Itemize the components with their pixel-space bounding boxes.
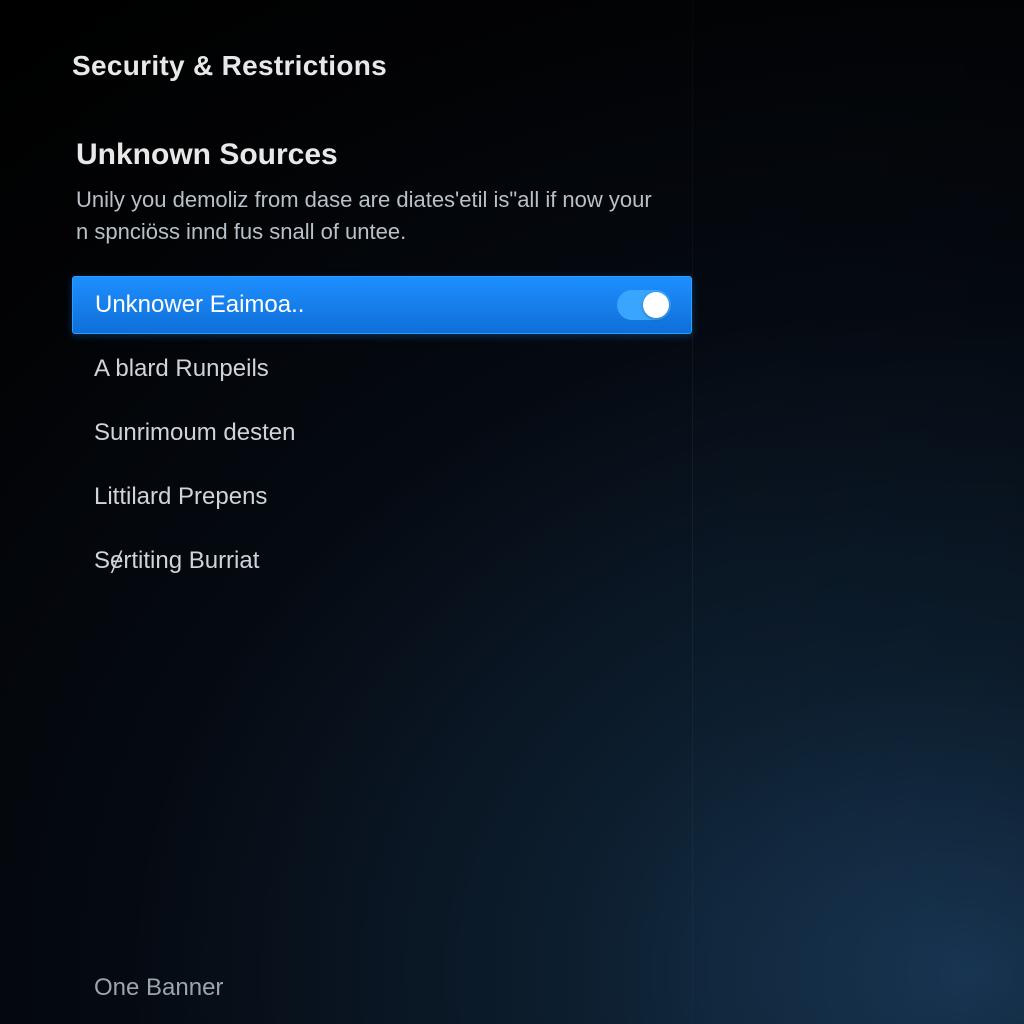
settings-screen: Security & Restrictions Unknown Sources … — [0, 0, 1024, 1024]
right-fade-overlay — [694, 0, 1024, 1024]
toggle-switch[interactable] — [617, 290, 671, 320]
setting-row-item-3[interactable]: Littilard Prepens — [72, 468, 692, 526]
setting-row-item-1[interactable]: A blard Runpeils — [72, 340, 692, 398]
section-description: Unily you demoliz from dase are diates'e… — [76, 184, 656, 248]
toggle-knob-icon — [643, 292, 669, 318]
setting-row-label: Sunrimoum desten — [94, 419, 672, 447]
setting-row-label: Littilard Prepens — [94, 483, 672, 511]
setting-row-label: A blard Runpeils — [94, 355, 672, 383]
setting-row-item-4[interactable]: Sɇrtiting Burriat — [72, 532, 692, 590]
setting-row-item-2[interactable]: Sunrimoum desten — [72, 404, 692, 462]
section-title: Unknown Sources — [76, 138, 692, 172]
content-panel: Security & Restrictions Unknown Sources … — [72, 50, 692, 590]
setting-row-label: Sɇrtiting Burriat — [94, 547, 672, 575]
page-title: Security & Restrictions — [72, 50, 692, 82]
setting-row-label: Unknower Eaimoa.. — [95, 291, 617, 319]
panel-divider — [692, 0, 693, 1024]
bottom-label: One Banner — [94, 974, 223, 1002]
setting-row-unknown-sources[interactable]: Unknower Eaimoa.. — [72, 276, 692, 334]
